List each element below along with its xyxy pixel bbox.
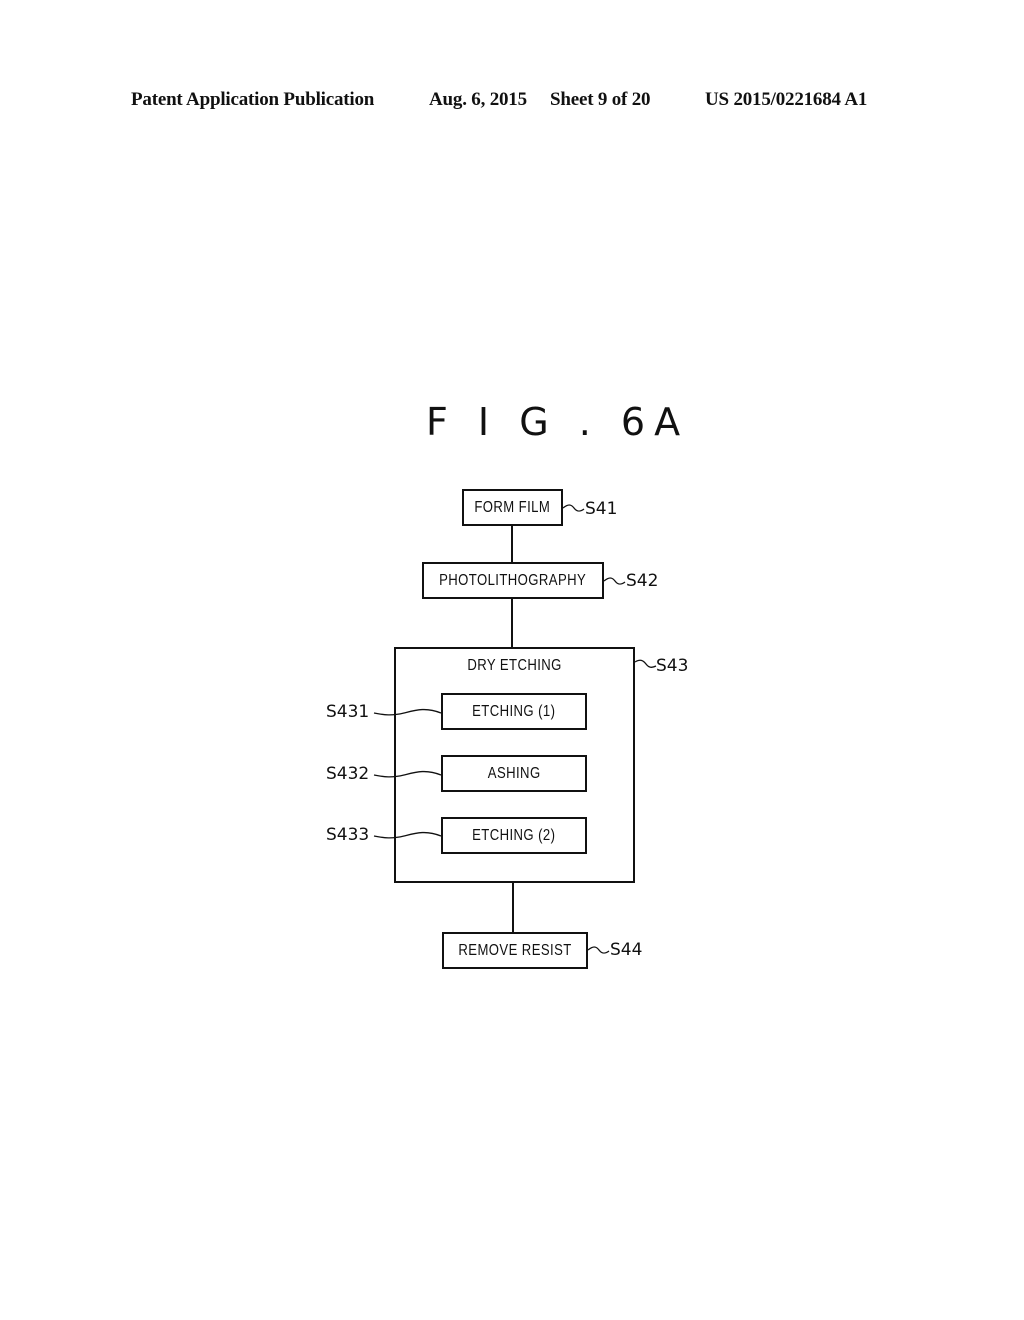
leader-s43: [634, 659, 657, 668]
leader-s42: [603, 577, 626, 585]
step-dry-etching-label: DRY ETCHING: [467, 657, 562, 674]
sheet-number: Sheet 9 of 20: [550, 89, 651, 110]
step-remove-resist-label: REMOVE RESIST: [458, 941, 572, 959]
publication-type: Patent Application Publication: [131, 89, 375, 110]
leader-s41: [562, 504, 585, 512]
step-id-s431: S431: [326, 702, 370, 722]
substep-etching-1-label: ETCHING (1): [472, 702, 556, 720]
leader-s431: [373, 708, 442, 716]
leader-s433: [373, 831, 442, 839]
step-photolithography-label: PHOTOLITHOGRAPHY: [439, 571, 587, 589]
leader-s432: [373, 770, 442, 778]
step-dry-etching-title: DRY ETCHING: [396, 657, 633, 675]
step-id-s42: S42: [626, 571, 659, 591]
substep-ashing: ASHING: [441, 755, 587, 792]
step-form-film-label: FORM FILM: [474, 498, 551, 516]
step-photolithography: PHOTOLITHOGRAPHY: [422, 562, 604, 599]
step-id-s43: S43: [656, 656, 689, 676]
step-id-s41: S41: [585, 499, 618, 519]
patent-number: US 2015/0221684 A1: [705, 89, 868, 110]
step-id-s433: S433: [326, 825, 370, 845]
substep-etching-2-label: ETCHING (2): [472, 826, 556, 844]
figure-title: F I G . 6A: [426, 400, 690, 444]
step-remove-resist: REMOVE RESIST: [442, 932, 588, 969]
substep-etching-2: ETCHING (2): [441, 817, 587, 854]
publication-date: Aug. 6, 2015: [429, 89, 527, 110]
step-id-s44: S44: [610, 940, 643, 960]
step-id-s432: S432: [326, 764, 370, 784]
connector-s42-s43: [511, 598, 513, 647]
substep-etching-1: ETCHING (1): [441, 693, 587, 730]
connector-s43-s44: [512, 882, 514, 932]
substep-ashing-label: ASHING: [487, 764, 541, 782]
connector-s41-s42: [511, 525, 513, 562]
step-form-film: FORM FILM: [462, 489, 563, 526]
leader-s44: [587, 946, 610, 954]
